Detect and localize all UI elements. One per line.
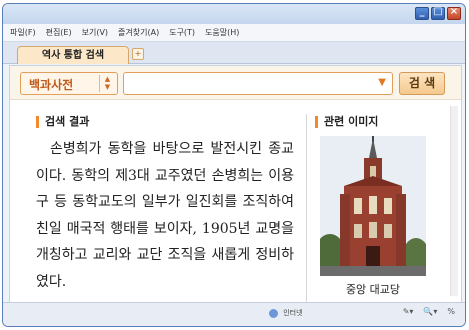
result-text: 손병희가 동학을 바탕으로 발전시킨 종교이다. 동학의 제3대 교주였던 손병… — [36, 141, 294, 290]
page-content: 백과사전 ▲ ▼ ▼ 검 색 검색 결과 손병희가 동학을 바탕으로 발전시킨 종… — [9, 65, 462, 303]
close-icon[interactable]: × — [447, 6, 461, 20]
status-zone-label: 인터넷 — [283, 309, 303, 317]
images-heading: 관련 이미지 — [315, 116, 378, 128]
spinner-icon[interactable]: ▲ ▼ — [99, 75, 115, 92]
menu-file[interactable]: 파일(F) — [10, 27, 36, 38]
search-button[interactable]: 검 색 — [399, 72, 445, 95]
security-icon[interactable]: ✎▾ — [403, 307, 414, 316]
browser-window: _ □ × 파일(F) 편집(E) 보기(V) 즐겨찾기(A) 도구(T) 도움… — [2, 3, 466, 327]
dropdown-arrow-icon[interactable]: ▼ — [378, 77, 386, 88]
search-input[interactable]: ▼ — [123, 72, 393, 95]
tab-strip: 역사 통합 검색 + — [3, 42, 465, 64]
zoom-label[interactable]: % — [447, 307, 455, 316]
menu-view[interactable]: 보기(V) — [82, 27, 108, 38]
menu-favorites[interactable]: 즐겨찾기(A) — [118, 27, 159, 38]
cathedral-image[interactable] — [320, 136, 426, 276]
zoom-icon[interactable]: 🔍▾ — [423, 307, 437, 316]
search-bar: 백과사전 ▲ ▼ ▼ 검 색 — [10, 66, 461, 100]
maximize-icon[interactable]: □ — [431, 6, 445, 20]
scrollbar[interactable] — [450, 106, 458, 296]
tab-history-search[interactable]: 역사 통합 검색 — [17, 46, 129, 64]
menu-edit[interactable]: 편집(E) — [46, 27, 72, 38]
status-bar: 인터넷 ✎▾ 🔍▾ % — [3, 302, 465, 326]
menu-bar: 파일(F) 편집(E) 보기(V) 즐겨찾기(A) 도구(T) 도움말(H) — [3, 24, 465, 42]
results-heading: 검색 결과 — [36, 116, 89, 128]
status-zone: 인터넷 — [269, 308, 303, 318]
category-select[interactable]: 백과사전 ▲ ▼ — [20, 72, 118, 95]
column-divider — [306, 114, 307, 302]
window-controls: _ □ × — [415, 6, 461, 20]
menu-help[interactable]: 도움말(H) — [205, 27, 239, 38]
title-bar: _ □ × — [3, 4, 465, 24]
image-caption: 중앙 대교당 — [345, 283, 401, 296]
new-tab-button[interactable]: + — [132, 48, 144, 60]
menu-tools[interactable]: 도구(T) — [169, 27, 195, 38]
minimize-icon[interactable]: _ — [415, 6, 429, 20]
category-label: 백과사전 — [29, 78, 74, 92]
status-tools: ✎▾ 🔍▾ % — [403, 307, 455, 316]
globe-icon — [269, 308, 278, 318]
